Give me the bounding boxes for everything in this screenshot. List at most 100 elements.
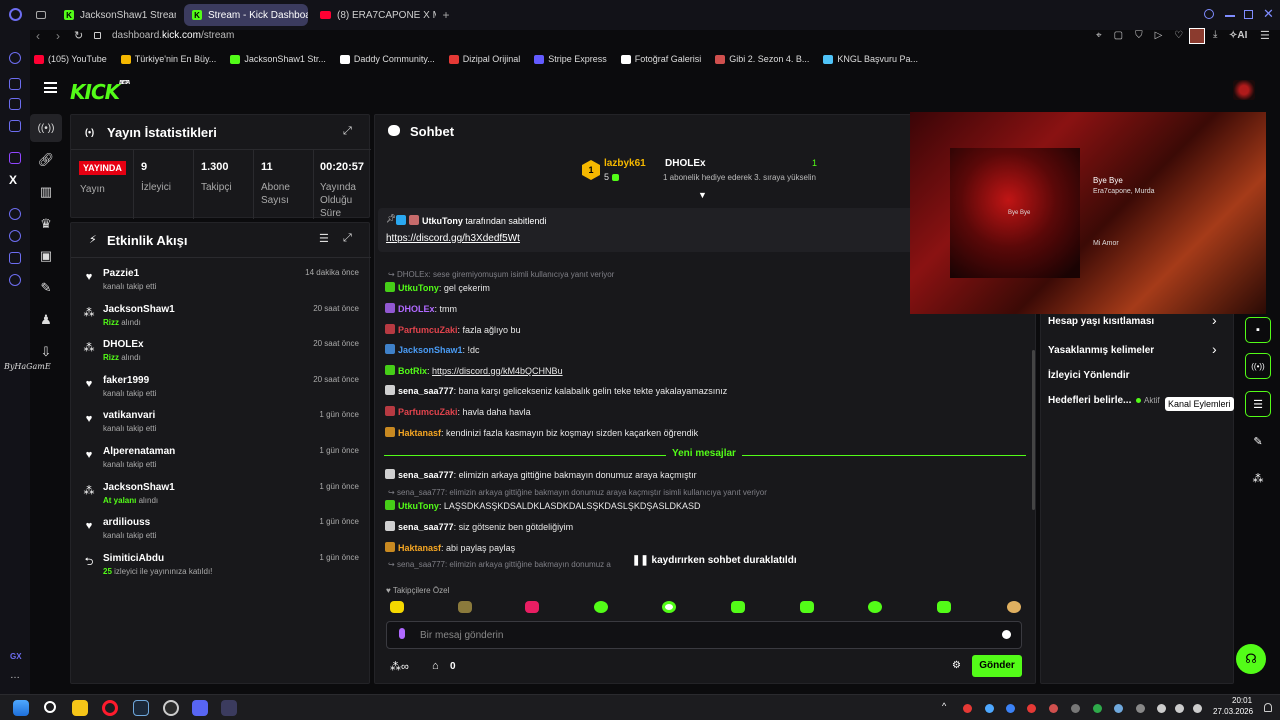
event-item[interactable]: ⮌ SimiticiAbdu 25 izleyici ile yayınınıza … — [83, 553, 359, 587]
forward-icon[interactable]: › — [56, 29, 60, 43]
second-gifter-name[interactable]: DHOLEx — [665, 158, 706, 169]
tray-icon[interactable] — [1136, 704, 1145, 713]
pinned-link[interactable]: https://discord.gg/h3Xdedf5Wt — [386, 233, 520, 244]
chat-username[interactable]: sena_saa777 — [398, 522, 454, 532]
chat-message[interactable]: Haktanasf: kendinizi fazla kasmayın biz … — [385, 427, 698, 438]
opera-icon[interactable] — [102, 700, 118, 716]
windows-start-icon[interactable] — [13, 700, 29, 716]
app2-icon[interactable] — [221, 700, 237, 716]
notification-icon[interactable] — [1264, 703, 1272, 712]
download-nav-icon[interactable]: ⇩ — [30, 338, 62, 366]
download-icon[interactable]: ⤓ — [1213, 29, 1217, 40]
emote-icon[interactable] — [800, 601, 814, 613]
bookmark-item[interactable]: Daddy Community... — [339, 54, 435, 64]
analytics-nav-icon[interactable]: ▥ — [30, 178, 62, 206]
chat-message[interactable]: ParfumcuZaki: havla daha havla — [385, 406, 531, 417]
link-nav-icon[interactable]: 🔗︎ — [30, 146, 62, 174]
chat-settings-icon[interactable]: ⚙ — [952, 660, 961, 671]
chat-username[interactable]: DHOLEx — [398, 304, 435, 314]
tab-overview-icon[interactable] — [36, 11, 46, 19]
close-icon[interactable]: ✕ — [1263, 6, 1274, 22]
wrench-button[interactable]: ✎ — [1245, 428, 1271, 454]
community-nav-icon[interactable]: ♟ — [30, 306, 62, 334]
event-user[interactable]: JacksonShaw1 — [103, 482, 175, 493]
emote-icon[interactable] — [525, 601, 539, 613]
settings-item[interactable]: Hesap yaşı kısıtlaması — [1048, 316, 1154, 327]
event-user[interactable]: DHOLEx — [103, 339, 144, 350]
menu-icon[interactable]: ☰ — [1260, 29, 1270, 42]
wrench-nav-icon[interactable]: ✎ — [30, 274, 62, 302]
chat-paused-banner[interactable]: ❚❚ kaydırırken sohbet duraklatıldı — [628, 555, 801, 566]
chat-username[interactable]: sena_saa777 — [398, 386, 454, 396]
event-user[interactable]: Pazzie1 — [103, 268, 139, 279]
chat-message[interactable]: ParfumcuZaki: fazla ağlıyo bu — [385, 324, 521, 335]
bookmark-item[interactable]: Gibi 2. Sezon 4. B... — [715, 54, 809, 64]
chat-message[interactable]: sena_saa777: elimizin arkaya gittiğine b… — [385, 469, 697, 480]
bookmark-item[interactable]: Dizipal Orijinal — [448, 54, 520, 64]
emote-icon[interactable] — [868, 601, 882, 613]
expand-icon[interactable]: ⤢ — [343, 125, 352, 138]
emote-icon[interactable] — [594, 601, 608, 613]
event-user[interactable]: vatikanvari — [103, 410, 155, 421]
support-button[interactable]: ☊ — [1236, 644, 1266, 674]
chat-message[interactable]: UtkuTony: gel çekerim — [385, 282, 490, 293]
event-item[interactable]: ⁂ JacksonShaw1 Rizz alındı 20 saat önce — [83, 304, 360, 338]
volume-icon[interactable] — [1193, 704, 1202, 713]
bookmark-item[interactable]: Türkiye'nin En Büy... — [120, 54, 216, 64]
opera-icon[interactable] — [9, 8, 22, 21]
chat-username[interactable]: Haktanasf — [398, 543, 441, 553]
store-icon[interactable]: ⌂ — [432, 660, 439, 672]
bookmark-item[interactable]: Stripe Express — [534, 54, 607, 64]
tray-icon[interactable] — [963, 704, 972, 713]
ai-button[interactable]: ✧AI — [1229, 30, 1247, 41]
tab-youtube[interactable]: (8) ERA7CAPONE X MU — [312, 4, 436, 26]
game-icon[interactable] — [9, 98, 21, 110]
bag-icon[interactable] — [9, 78, 21, 90]
channel-actions-button[interactable]: ☰ — [1245, 391, 1271, 417]
wifi-icon[interactable] — [1175, 704, 1184, 713]
emote-icon[interactable] — [937, 601, 951, 613]
url-field[interactable]: dashboard.kick.com/stream — [112, 30, 234, 41]
mic-icon[interactable] — [1157, 704, 1166, 713]
event-item[interactable]: ♥ vatikanvari kanalı takip etti 1 gün önce — [83, 410, 359, 444]
chat-message[interactable]: DHOLEx: tmm — [385, 303, 457, 314]
x-icon[interactable]: X — [9, 173, 17, 187]
reload-icon[interactable]: ↻ — [74, 29, 83, 42]
heart-icon[interactable]: ♡ — [1174, 30, 1183, 41]
chevron-right-icon[interactable]: › — [1212, 341, 1217, 357]
extension-icon[interactable]: ▢ — [1114, 30, 1123, 41]
chat-username[interactable]: ParfumcuZaki — [398, 325, 458, 335]
chat-username[interactable]: UtkuTony — [398, 283, 439, 293]
stream-nav-icon[interactable]: ((•)) — [30, 114, 62, 142]
steam-icon[interactable] — [133, 700, 149, 716]
chat-username[interactable]: UtkuTony — [398, 501, 439, 511]
chat-toggle-button[interactable]: ▪ — [1245, 317, 1271, 343]
tray-icon[interactable] — [1027, 704, 1036, 713]
explorer-icon[interactable] — [72, 700, 88, 716]
hamburger-icon[interactable] — [44, 82, 57, 93]
video-nav-icon[interactable]: ▣ — [30, 242, 62, 270]
event-item[interactable]: ♥ Pazzie1 kanalı takip etti 14 dakika önce — [83, 268, 359, 302]
bookmark-item[interactable]: (105) YouTube — [34, 54, 107, 64]
bookmark-item[interactable]: Fotoğraf Galerisi — [620, 54, 701, 64]
chat-username[interactable]: sena_saa777 — [398, 470, 454, 480]
home-icon[interactable] — [9, 52, 21, 64]
new-tab-button[interactable]: + — [440, 9, 452, 21]
user-avatar[interactable] — [1233, 80, 1255, 100]
tab-kick-dashboard[interactable]: K Stream - Kick Dashboard — [184, 4, 308, 26]
chat-username[interactable]: ParfumcuZaki — [398, 407, 458, 417]
emoji-icon[interactable] — [1002, 630, 1011, 639]
event-item[interactable]: ♥ Alperenataman kanalı takip etti 1 gün önc… — [83, 446, 359, 480]
tray-icon[interactable] — [985, 704, 994, 713]
discord-icon[interactable] — [192, 700, 208, 716]
pin-icon[interactable]: ⌖ — [1096, 30, 1102, 41]
event-item[interactable]: ♥ faker1999 kanalı takip etti 20 saat önce — [83, 375, 359, 409]
mic-icon[interactable] — [399, 628, 405, 639]
community-button[interactable]: ⁂ — [1245, 465, 1271, 491]
more-icon[interactable]: … — [10, 670, 20, 681]
cube-icon[interactable] — [9, 252, 21, 264]
settings-icon[interactable] — [9, 274, 21, 286]
app-icon[interactable] — [163, 700, 179, 716]
expand-icon[interactable]: ⤢ — [343, 232, 352, 245]
tray-icon[interactable] — [1006, 704, 1015, 713]
